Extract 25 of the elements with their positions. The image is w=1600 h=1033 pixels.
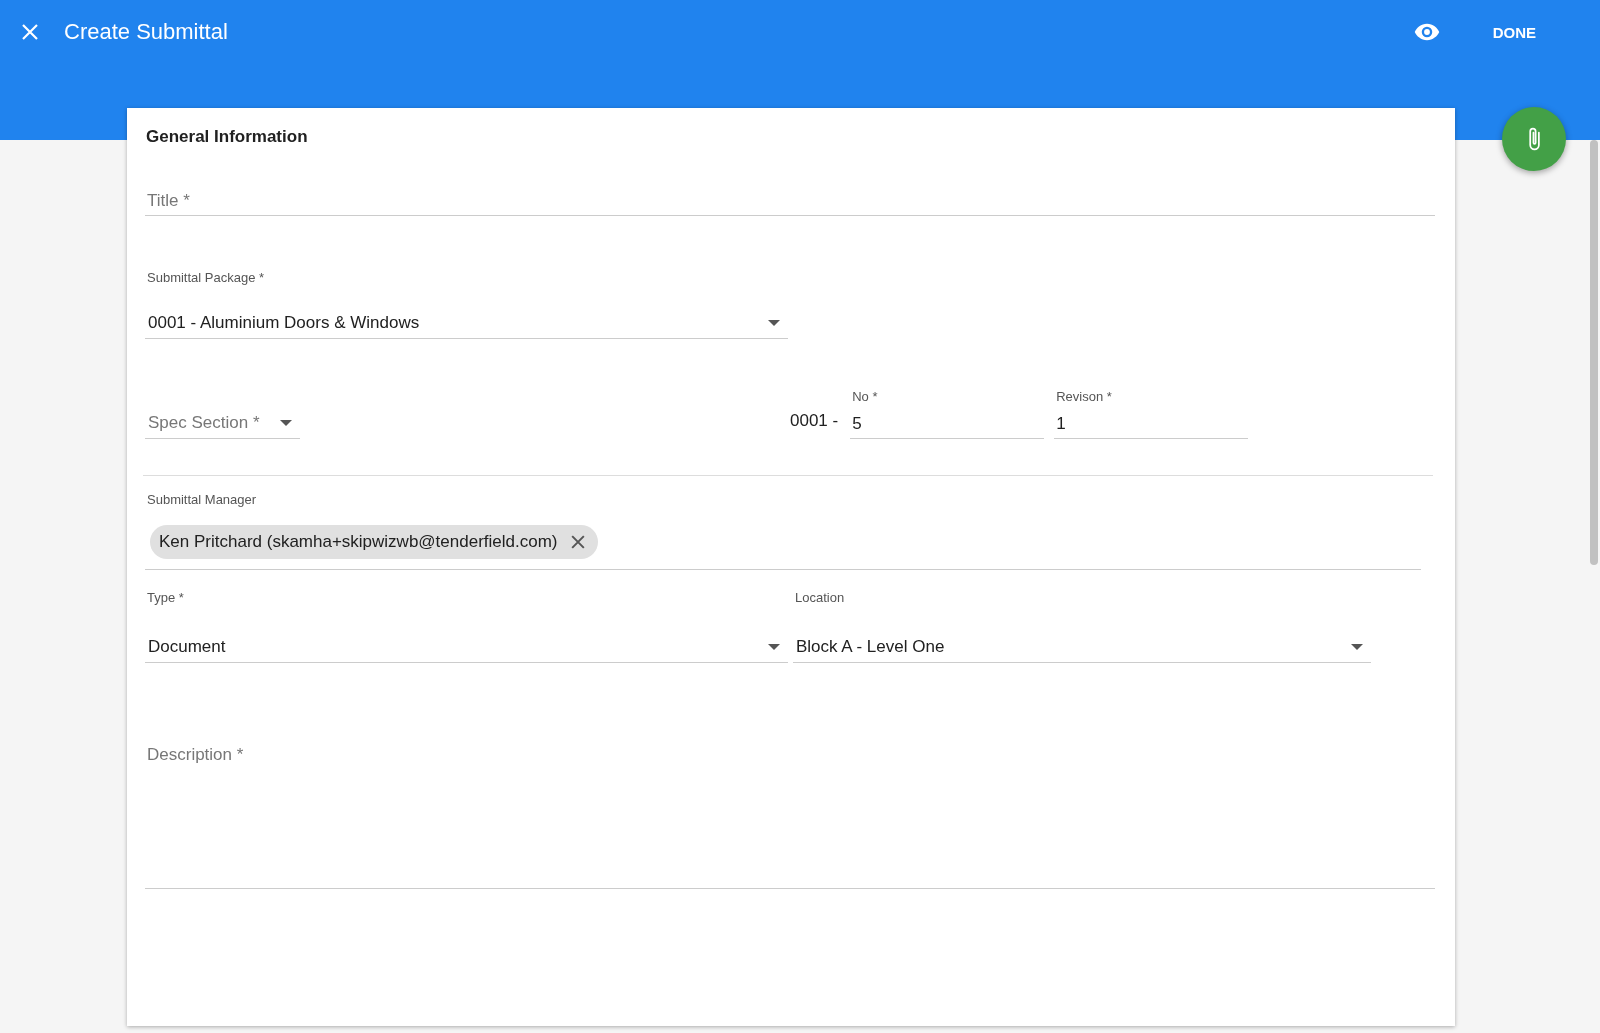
section-heading: General Information	[146, 127, 308, 147]
caret-icon	[1351, 644, 1363, 650]
attach-button[interactable]	[1502, 107, 1566, 171]
title-field[interactable]: Title *	[145, 187, 1435, 216]
field-label: Submittal Package *	[147, 270, 265, 285]
location-dropdown[interactable]: Block A - Level One	[793, 631, 1371, 663]
scrollbar[interactable]	[1590, 140, 1598, 565]
number-field[interactable]: 5	[850, 410, 1045, 439]
submittal-package-dropdown[interactable]: 0001 - Aluminium Doors & Windows	[145, 307, 788, 339]
caret-icon	[280, 420, 292, 426]
manager-field[interactable]: Ken Pritchard (skamha+skipwizwb@tenderfield.com)	[145, 507, 1421, 570]
field-label: No *	[852, 389, 879, 404]
type-dropdown[interactable]: Document	[145, 631, 788, 663]
number-prefix: 0001 -	[790, 411, 839, 432]
revision-field[interactable]: 1	[1054, 410, 1249, 439]
caret-icon	[768, 320, 780, 326]
done-button[interactable]: DONE	[1482, 17, 1546, 47]
spec-section-dropdown[interactable]: Spec Section *	[145, 407, 300, 439]
page-title: Create Submittal	[64, 19, 228, 45]
field-label: Type *	[147, 590, 185, 605]
caret-icon	[768, 644, 780, 650]
field-label: Submittal Manager	[147, 492, 257, 507]
field-label: Location	[795, 590, 846, 605]
manager-chip[interactable]: Ken Pritchard (skamha+skipwizwb@tenderfield.com)	[150, 525, 598, 559]
field-label: Revison *	[1056, 389, 1113, 404]
